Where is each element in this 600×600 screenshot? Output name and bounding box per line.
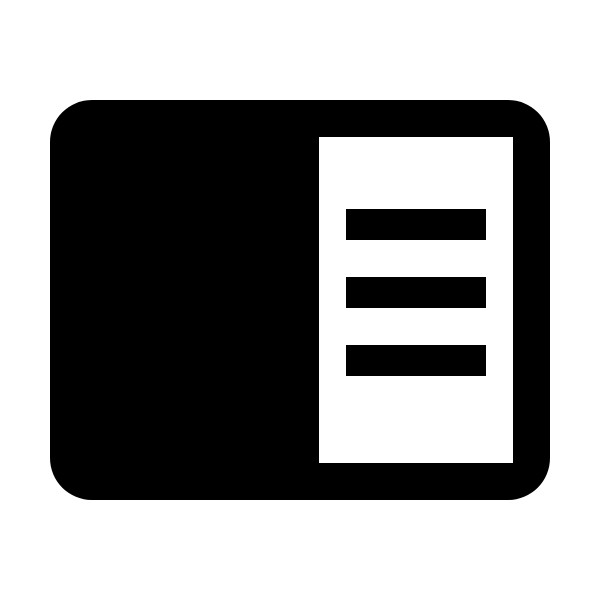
menu-line (346, 209, 486, 240)
menu-line (346, 345, 486, 376)
menu-line (346, 277, 486, 308)
icon-canvas (0, 0, 600, 600)
menu-lines (346, 209, 486, 376)
side-panel-menu-icon (50, 100, 550, 500)
